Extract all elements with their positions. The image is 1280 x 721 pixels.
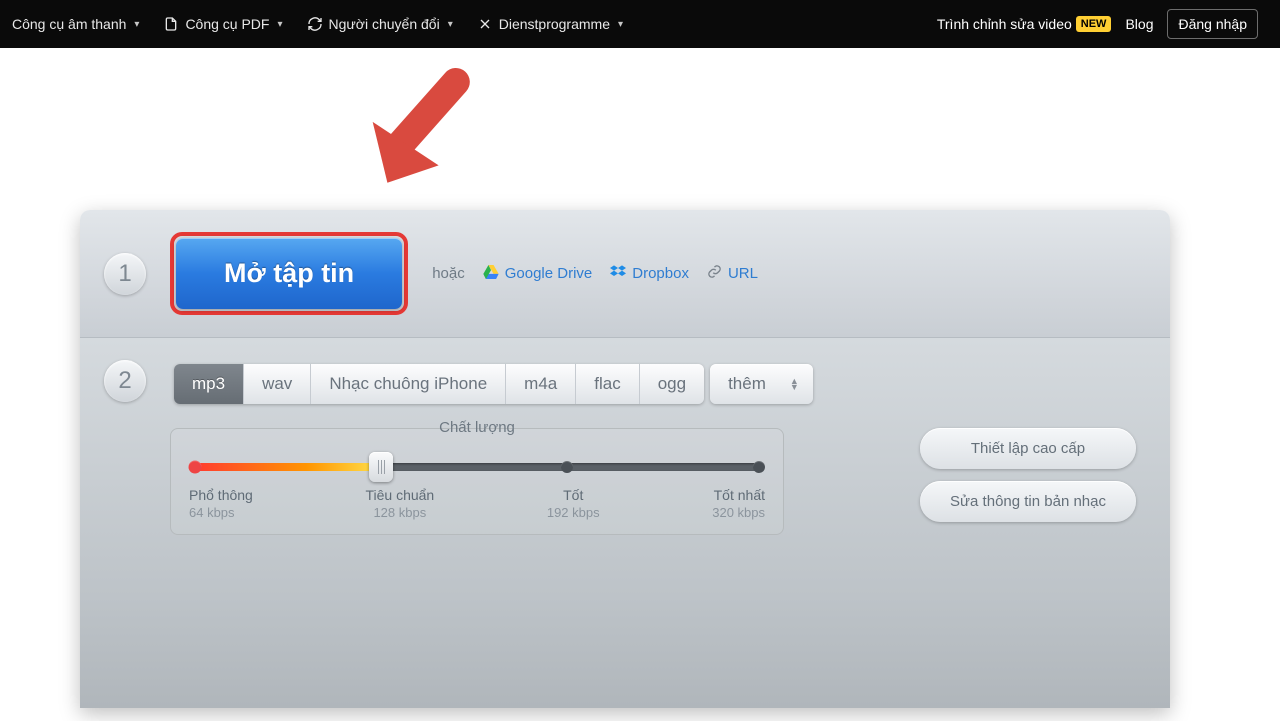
button-label: Sửa thông tin bản nhạc	[950, 493, 1106, 510]
slider-stop	[561, 461, 573, 473]
edit-track-info-button[interactable]: Sửa thông tin bản nhạc	[920, 481, 1136, 522]
format-selector: mp3 wav Nhạc chuông iPhone m4a flac ogg …	[174, 364, 813, 404]
format-wav[interactable]: wav	[244, 364, 311, 404]
slider-stop	[189, 461, 202, 474]
format-tabs: mp3 wav Nhạc chuông iPhone m4a flac ogg	[174, 364, 704, 404]
or-label: hoặc	[432, 265, 465, 282]
advanced-settings-button[interactable]: Thiết lập cao cấp	[920, 428, 1136, 469]
chevron-down-icon: ▾	[134, 19, 139, 30]
link-label: URL	[728, 265, 758, 282]
quality-name: Phổ thông	[189, 487, 253, 503]
nav-item-label: Công cụ PDF	[185, 16, 269, 32]
highlight-ring: Mở tập tin	[170, 232, 408, 315]
link-label: Google Drive	[505, 265, 593, 282]
dropbox-icon	[610, 265, 626, 283]
login-button[interactable]: Đăng nhập	[1167, 9, 1258, 39]
quality-name: Tốt nhất	[714, 487, 765, 503]
button-label: Thiết lập cao cấp	[971, 440, 1085, 457]
chevron-down-icon: ▾	[277, 19, 282, 30]
quality-value: 320 kbps	[712, 505, 765, 520]
step-2-section: 2 mp3 wav Nhạc chuông iPhone m4a flac og…	[80, 338, 1170, 708]
nav-converter[interactable]: Người chuyển đổi ▾	[295, 0, 465, 48]
nav-item-label: Trình chỉnh sửa video	[937, 16, 1072, 32]
source-links: hoặc Google Drive Dropbox URL	[432, 264, 758, 283]
quality-level: Tiêu chuẩn 128 kbps	[365, 487, 434, 520]
more-label: thêm	[728, 374, 766, 394]
step-1-section: 1 Mở tập tin hoặc Google Drive Dropbox	[80, 210, 1170, 338]
nav-item-label: Dienstprogramme	[499, 16, 610, 32]
format-label: wav	[262, 374, 292, 393]
quality-name: Tốt	[563, 487, 583, 503]
side-buttons: Thiết lập cao cấp Sửa thông tin bản nhạc	[920, 428, 1136, 522]
nav-item-label: Blog	[1125, 16, 1153, 32]
slider-stop	[753, 461, 765, 473]
nav-item-label: Công cụ âm thanh	[12, 16, 126, 32]
quality-value: 64 kbps	[189, 505, 253, 520]
login-label: Đăng nhập	[1178, 16, 1247, 32]
format-ogg[interactable]: ogg	[640, 364, 704, 404]
format-label: flac	[594, 374, 620, 393]
link-icon	[707, 264, 722, 283]
step-2-content: mp3 wav Nhạc chuông iPhone m4a flac ogg …	[170, 360, 813, 535]
format-label: ogg	[658, 374, 686, 393]
format-mp3[interactable]: mp3	[174, 364, 244, 404]
quality-panel: Chất lượng Phổ thông 64 kbps Tiêu chuẩn	[170, 428, 784, 535]
chevron-down-icon: ▾	[618, 19, 623, 30]
chevron-down-icon: ▾	[448, 19, 453, 30]
annotation-arrow	[350, 62, 470, 212]
quality-labels: Phổ thông 64 kbps Tiêu chuẩn 128 kbps Tố…	[189, 487, 765, 520]
google-drive-icon	[483, 265, 499, 283]
source-url[interactable]: URL	[707, 264, 758, 283]
source-dropbox[interactable]: Dropbox	[610, 265, 689, 283]
new-badge: NEW	[1076, 16, 1112, 32]
format-label: mp3	[192, 374, 225, 393]
nav-pdf-tools[interactable]: Công cụ PDF ▾	[151, 0, 294, 48]
refresh-icon	[307, 16, 323, 32]
slider-thumb[interactable]	[369, 452, 393, 482]
quality-slider[interactable]	[195, 463, 759, 471]
quality-value: 128 kbps	[365, 505, 434, 520]
step-number: 2	[118, 367, 131, 395]
updown-icon: ▲▼	[790, 378, 799, 390]
nav-utilities[interactable]: Dienstprogramme ▾	[465, 0, 635, 48]
source-google-drive[interactable]: Google Drive	[483, 265, 593, 283]
nav-right: Trình chỉnh sửa video NEW Blog Đăng nhập	[937, 9, 1272, 39]
format-iphone-ringtone[interactable]: Nhạc chuông iPhone	[311, 364, 506, 404]
quality-level: Phổ thông 64 kbps	[189, 487, 253, 520]
converter-panel: 1 Mở tập tin hoặc Google Drive Dropbox	[80, 210, 1170, 708]
format-label: m4a	[524, 374, 557, 393]
open-file-label: Mở tập tin	[224, 258, 354, 288]
nav-video-editor[interactable]: Trình chỉnh sửa video NEW	[937, 16, 1112, 32]
quality-value: 192 kbps	[547, 505, 600, 520]
format-label: Nhạc chuông iPhone	[329, 374, 487, 393]
nav-item-label: Người chuyển đổi	[329, 16, 440, 32]
nav-blog[interactable]: Blog	[1125, 16, 1153, 32]
format-flac[interactable]: flac	[576, 364, 639, 404]
top-nav: Công cụ âm thanh ▾ Công cụ PDF ▾ Người c…	[0, 0, 1280, 48]
nav-left: Công cụ âm thanh ▾ Công cụ PDF ▾ Người c…	[0, 0, 635, 48]
open-file-button[interactable]: Mở tập tin	[176, 238, 402, 309]
nav-audio-tools[interactable]: Công cụ âm thanh ▾	[0, 0, 151, 48]
link-label: Dropbox	[632, 265, 689, 282]
step-2-badge: 2	[104, 360, 146, 402]
quality-level: Tốt 192 kbps	[547, 487, 600, 520]
slider-fill	[195, 463, 381, 471]
format-m4a[interactable]: m4a	[506, 364, 576, 404]
step-number: 1	[118, 260, 131, 288]
quality-name: Tiêu chuẩn	[365, 487, 434, 503]
tools-icon	[477, 16, 493, 32]
quality-title: Chất lượng	[429, 419, 525, 436]
quality-level: Tốt nhất 320 kbps	[712, 487, 765, 520]
format-more[interactable]: thêm ▲▼	[710, 364, 813, 404]
step-1-badge: 1	[104, 253, 146, 295]
document-icon	[163, 16, 179, 32]
